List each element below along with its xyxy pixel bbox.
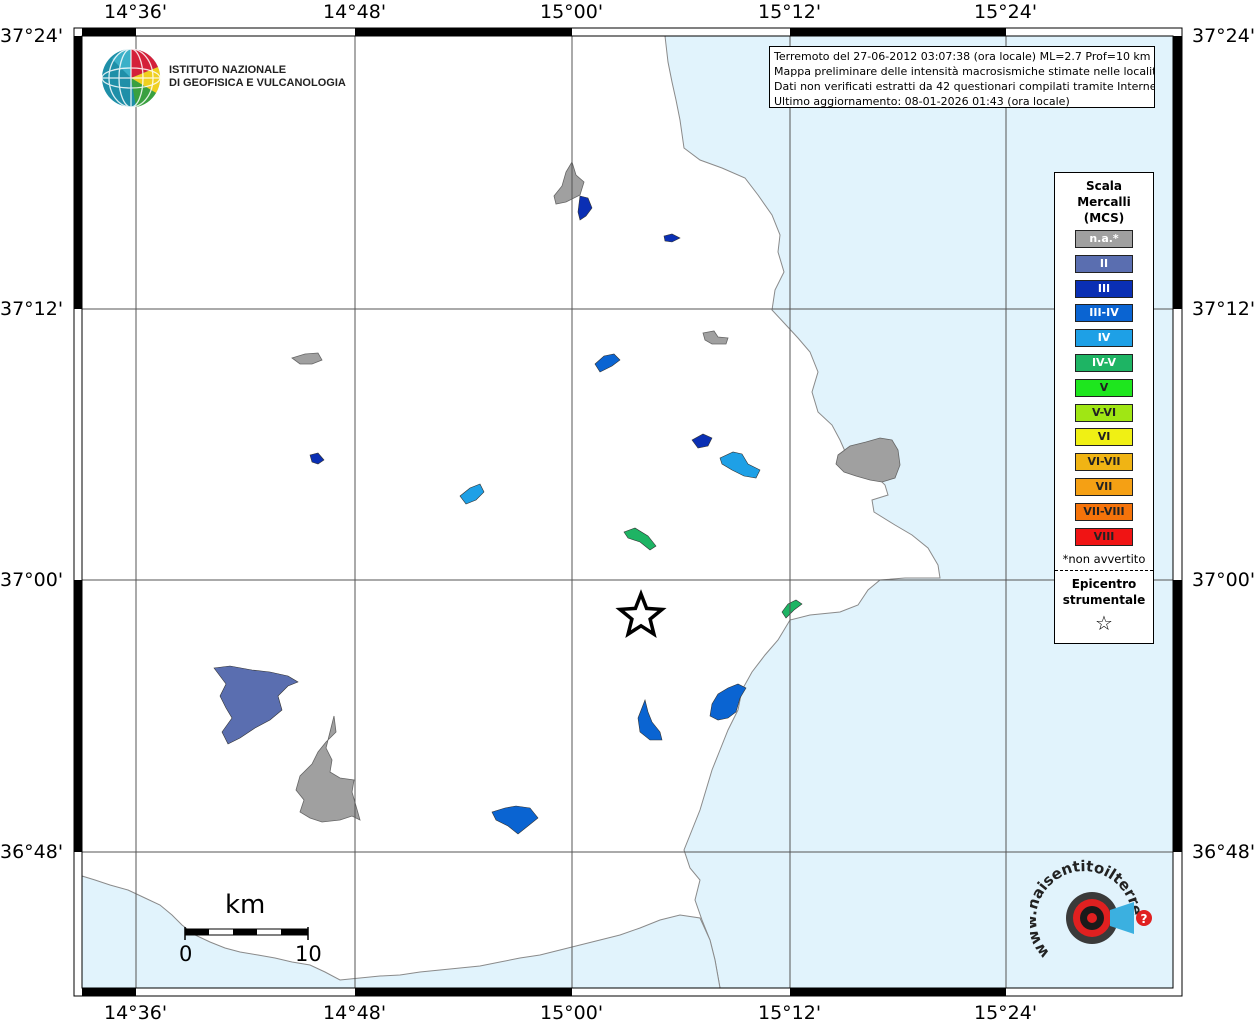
legend-items: n.a.* II III III-IV IV IV-V V V-VI VI VI… (1055, 230, 1153, 546)
lat-label-right: 37°24' (1192, 25, 1256, 47)
legend-divider (1055, 570, 1153, 572)
event-info-box: Terremoto del 27-06-2012 03:07:38 (ora l… (769, 46, 1155, 108)
legend-item-vii-viii: VII-VIII (1075, 502, 1133, 521)
legend-item-viii: VIII (1075, 527, 1133, 546)
legend-item-iv: IV (1075, 329, 1133, 348)
map-description-line: Mappa preliminare delle intensità macros… (774, 65, 1155, 78)
scale-unit: km (225, 890, 266, 920)
event-line: Terremoto del 27-06-2012 03:07:38 (ora l… (774, 50, 1151, 63)
lon-label-top: 15°12' (758, 1, 822, 23)
ingv-name-line1: ISTITUTO NAZIONALE (169, 64, 287, 76)
lon-label-bottom: 14°48' (323, 1002, 387, 1024)
legend-item-v-vi: V-VI (1075, 403, 1133, 422)
globe-icon (101, 48, 161, 108)
ingv-name-line2: DI GEOFISICA E VULCANOLOGIA (169, 77, 346, 89)
legend-item-iv-v: IV-V (1075, 353, 1133, 372)
lat-label-right: 36°48' (1192, 841, 1256, 863)
lon-label-bottom: 15°00' (540, 1002, 604, 1024)
lon-label-top: 14°48' (323, 1, 387, 23)
ingv-logo: ISTITUTO NAZIONALE DI GEOFISICA E VULCAN… (100, 47, 360, 111)
legend-item-na: n.a.* (1075, 230, 1133, 248)
legend-item-vi: VI (1075, 428, 1133, 447)
lon-label-bottom: 15°12' (758, 1002, 822, 1024)
legend-epicentre-label: Epicentro strumentale (1062, 577, 1146, 608)
scale-min-label: 0 (179, 942, 193, 966)
lon-label-bottom: 14°36' (104, 1002, 168, 1024)
mcs-legend: Scala Mercalli (MCS) n.a.* II III III-IV… (1054, 172, 1154, 644)
lon-label-top: 15°00' (540, 1, 604, 23)
legend-item-v: V (1075, 378, 1133, 397)
lon-label-top: 14°36' (104, 1, 168, 23)
lat-label-right: 37°00' (1192, 569, 1256, 591)
lon-label-bottom: 15°24' (974, 1002, 1038, 1024)
svg-text:?: ? (1141, 912, 1148, 926)
last-update-line: Ultimo aggiornamento: 08-01-2026 01:43 (… (774, 95, 1070, 108)
legend-item-vi-vii: VI-VII (1075, 453, 1133, 472)
lat-label-right: 37°12' (1192, 298, 1256, 320)
lon-label-top: 15°24' (974, 1, 1038, 23)
lat-label-left: 37°24' (0, 25, 64, 47)
legend-item-ii: II (1075, 254, 1133, 273)
scale-bar: km 0 10 (178, 888, 328, 968)
legend-title: Scala Mercalli (MCS) (1077, 179, 1131, 225)
legend-item-vii: VII (1075, 477, 1133, 496)
site-logo: www.haisentitoilterremoto.it ? (1030, 858, 1152, 962)
legend-item-iii: III (1075, 279, 1133, 298)
lat-label-left: 36°48' (0, 841, 64, 863)
legend-star-icon: ☆ (1095, 611, 1113, 636)
legend-item-iii-iv: III-IV (1075, 304, 1133, 323)
data-source-line: Dati non verificati estratti da 42 quest… (774, 80, 1155, 93)
lat-label-left: 37°12' (0, 298, 64, 320)
scale-max-label: 10 (295, 942, 322, 966)
lat-label-left: 37°00' (0, 569, 64, 591)
legend-note: *non avvertito (1062, 552, 1146, 567)
